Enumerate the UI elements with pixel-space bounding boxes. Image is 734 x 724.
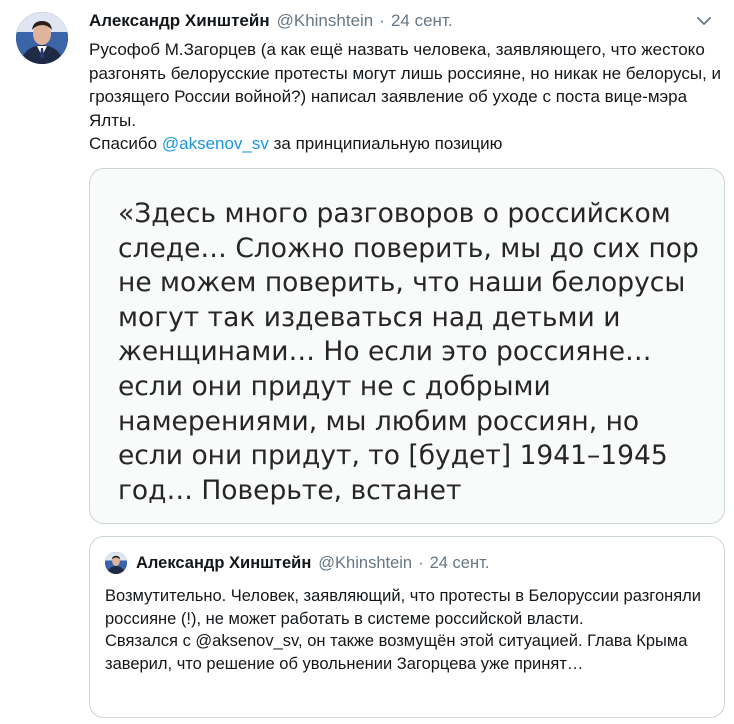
tweet-text: Русофоб М.Загорцев (а как ещё назвать че… (89, 38, 724, 156)
author-handle[interactable]: @Khinshtein (277, 11, 374, 31)
separator-dot: · (379, 11, 385, 30)
quoted-author-handle: @Khinshtein (318, 553, 413, 572)
chevron-down-icon[interactable] (694, 11, 714, 31)
tweet-date[interactable]: 24 сент. (391, 11, 453, 31)
mention-link[interactable]: @aksenov_sv (162, 134, 269, 153)
avatar-portrait (16, 12, 68, 64)
quoted-tweet-header: Александр Хинштейн @Khinshtein · 24 сент… (136, 552, 489, 574)
quoted-tweet[interactable]: Александр Хинштейн @Khinshtein · 24 сент… (89, 536, 725, 718)
tweet-header: Александр Хинштейн @Khinshtein · 24 сент… (89, 9, 714, 33)
image-quote-text: «Здесь много разговоров о российском сле… (118, 198, 699, 506)
separator-dot: · (418, 553, 424, 572)
quoted-author-name: Александр Хинштейн (136, 553, 312, 572)
author-avatar[interactable] (16, 12, 68, 64)
quoted-author-avatar (105, 552, 127, 574)
quoted-tweet-date: 24 сент. (429, 553, 490, 572)
tweet-body-end: за принципиальную позицию (268, 134, 503, 153)
quoted-tweet-text: Возмутительно. Человек, заявляющий, что … (105, 587, 702, 674)
author-name[interactable]: Александр Хинштейн (89, 11, 270, 31)
tweet-media-image[interactable]: «Здесь много разговоров о российском сле… (89, 168, 725, 524)
avatar-portrait (105, 552, 127, 574)
